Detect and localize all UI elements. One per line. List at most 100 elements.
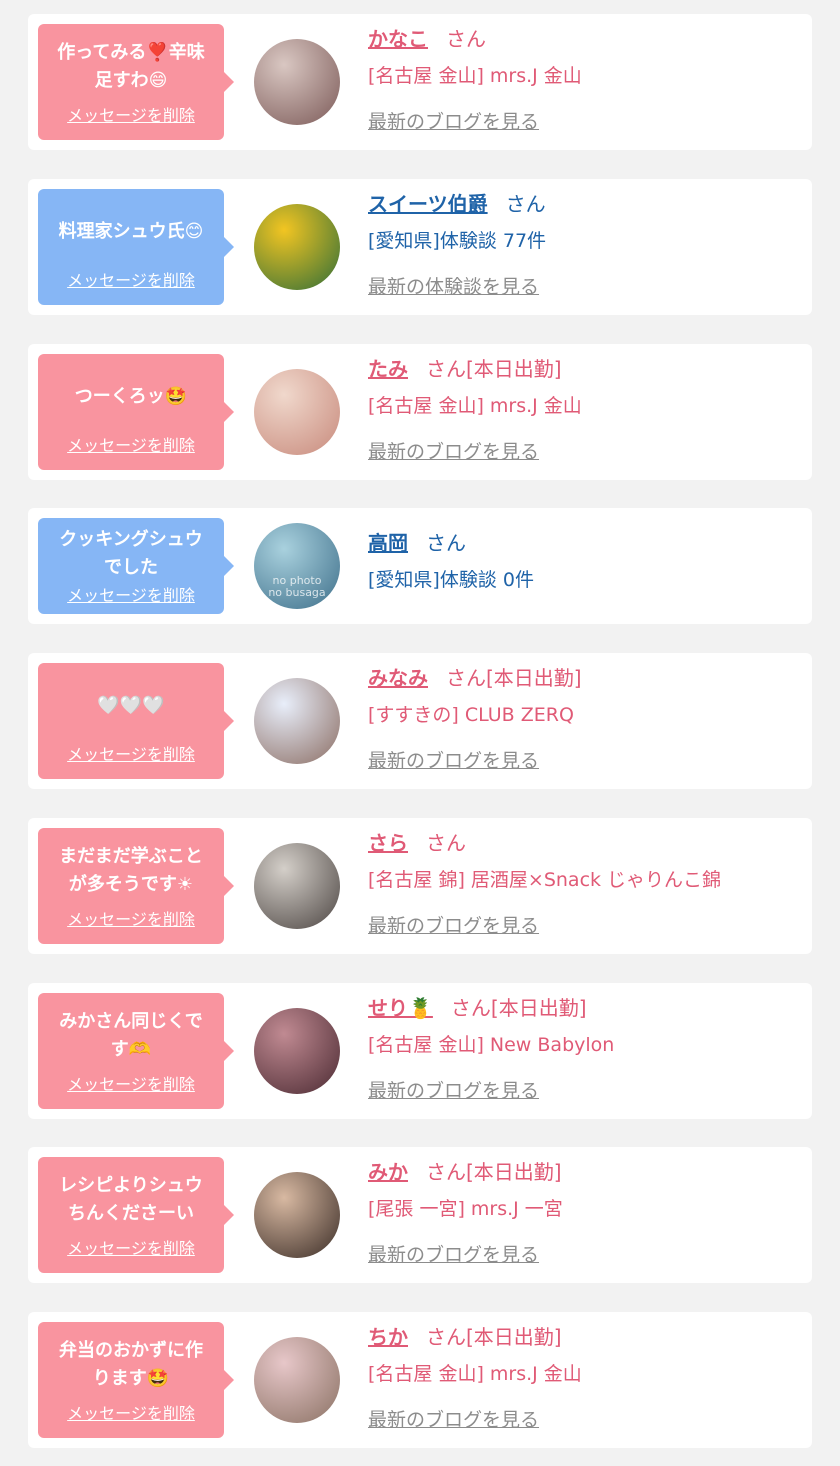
- message-card: つーくろッ🤩 メッセージを削除 たみ さん[本日出勤] [名古屋 金山] mrs.J 金…: [28, 344, 812, 480]
- latest-post-link[interactable]: 最新のブログを見る: [368, 1240, 802, 1270]
- name-line: みか さん[本日出勤]: [368, 1157, 802, 1187]
- name-line: 高岡 さん: [368, 528, 802, 558]
- message-text: レシピよりシュウ ちんくださーい: [59, 1175, 203, 1224]
- card-info: スイーツ伯爵 さん [愛知県]体験談 77件最新の体験談を見る: [368, 189, 802, 302]
- avatar[interactable]: no photo no busaga: [254, 523, 340, 609]
- profile-name-link[interactable]: さら: [368, 831, 408, 855]
- profile-name-link[interactable]: せり🍍: [368, 996, 433, 1020]
- card-info: かなこ さん [名古屋 金山] mrs.J 金山最新のブログを見る: [368, 24, 802, 137]
- profile-name-link[interactable]: たみ: [368, 357, 408, 381]
- message-card: クッキングシュウ でしたメッセージを削除 no photo no busaga 高岡…: [28, 508, 812, 624]
- message-card: 🤍🤍🤍 メッセージを削除 みなみ さん[本日出勤] [すすきの] CLUB ZERQ 最新…: [28, 653, 812, 789]
- card-info: ちか さん[本日出勤] [名古屋 金山] mrs.J 金山最新のブログを見る: [368, 1322, 802, 1435]
- message-text: 🤍🤍🤍: [97, 695, 165, 716]
- name-line: かなこ さん: [368, 24, 802, 54]
- delete-message-link[interactable]: メッセージを削除: [67, 582, 195, 606]
- shop-detail: [名古屋 金山] mrs.J 金山: [368, 395, 582, 417]
- profile-name-link[interactable]: みか: [368, 1160, 408, 1184]
- card-info: たみ さん[本日出勤] [名古屋 金山] mrs.J 金山最新のブログを見る: [368, 354, 802, 467]
- message-bubble: レシピよりシュウ ちんくださーいメッセージを削除: [38, 1157, 234, 1273]
- message-card: レシピよりシュウ ちんくださーいメッセージを削除 みか さん[本日出勤] [尾張 一宮…: [28, 1147, 812, 1283]
- message-text: つーくろッ🤩: [74, 386, 188, 407]
- shop-detail: [愛知県]体験談 0件: [368, 569, 534, 591]
- name-line: たみ さん[本日出勤]: [368, 354, 802, 384]
- name-line: せり🍍 さん[本日出勤]: [368, 993, 802, 1023]
- latest-post-link[interactable]: 最新のブログを見る: [368, 437, 802, 467]
- message-text: クッキングシュウ でした: [59, 529, 203, 578]
- message-bubble: 作ってみる❣️辛味 足すわ😄 メッセージを削除: [38, 24, 234, 140]
- message-card: みかさん同じくで す🫶 メッセージを削除 せり🍍 さん[本日出勤] [名古屋 金山] N…: [28, 983, 812, 1119]
- shop-detail: [名古屋 金山] mrs.J 金山: [368, 1363, 582, 1385]
- avatar[interactable]: [254, 1337, 340, 1423]
- name-suffix: さん[本日出勤]: [426, 1325, 562, 1349]
- latest-post-link[interactable]: 最新のブログを見る: [368, 107, 802, 137]
- avatar[interactable]: [254, 678, 340, 764]
- card-info: 高岡 さん [愛知県]体験談 0件: [368, 528, 802, 595]
- profile-name-link[interactable]: ちか: [368, 1325, 408, 1349]
- message-bubble: 弁当のおかずに作 ります🤩 メッセージを削除: [38, 1322, 234, 1438]
- card-info: せり🍍 さん[本日出勤] [名古屋 金山] New Babylon 最新のブログを見る: [368, 993, 802, 1106]
- profile-name-link[interactable]: みなみ: [368, 666, 428, 690]
- delete-message-link[interactable]: メッセージを削除: [67, 1235, 195, 1259]
- message-card: まだまだ学ぶこと が多そうです☀ メッセージを削除 さら さん [名古屋 錦] 居酒屋×…: [28, 818, 812, 954]
- avatar[interactable]: [254, 39, 340, 125]
- message-bubble: つーくろッ🤩 メッセージを削除: [38, 354, 234, 470]
- shop-detail: [すすきの] CLUB ZERQ: [368, 704, 574, 726]
- name-suffix: さん[本日出勤]: [426, 1160, 562, 1184]
- message-text: みかさん同じくで す🫶: [59, 1011, 203, 1060]
- name-line: さら さん: [368, 828, 802, 858]
- name-suffix: さん: [426, 531, 466, 555]
- delete-message-link[interactable]: メッセージを削除: [67, 906, 195, 930]
- latest-post-link[interactable]: 最新のブログを見る: [368, 911, 802, 941]
- delete-message-link[interactable]: メッセージを削除: [67, 1400, 195, 1424]
- avatar[interactable]: [254, 1172, 340, 1258]
- message-card: 弁当のおかずに作 ります🤩 メッセージを削除 ちか さん[本日出勤] [名古屋 金山] …: [28, 1312, 812, 1448]
- profile-name-link[interactable]: 高岡: [368, 531, 408, 555]
- card-info: みか さん[本日出勤] [尾張 一宮] mrs.J 一宮最新のブログを見る: [368, 1157, 802, 1270]
- message-text: まだまだ学ぶこと が多そうです☀: [59, 846, 203, 895]
- avatar-placeholder-label: no photo no busaga: [268, 574, 326, 599]
- name-suffix: さん: [505, 192, 546, 216]
- message-card: 料理家シュウ氏😊 メッセージを削除 スイーツ伯爵 さん [愛知県]体験談 77件最新の体…: [28, 179, 812, 315]
- message-text: 料理家シュウ氏😊: [58, 221, 204, 242]
- message-bubble: まだまだ学ぶこと が多そうです☀ メッセージを削除: [38, 828, 234, 944]
- profile-name-link[interactable]: かなこ: [368, 27, 428, 51]
- message-text: 弁当のおかずに作 ります🤩: [59, 1340, 203, 1389]
- delete-message-link[interactable]: メッセージを削除: [67, 432, 195, 456]
- message-list: 作ってみる❣️辛味 足すわ😄 メッセージを削除 かなこ さん [名古屋 金山] mrs.…: [0, 0, 840, 1466]
- avatar[interactable]: [254, 843, 340, 929]
- name-suffix: さん: [446, 27, 486, 51]
- latest-post-link[interactable]: 最新のブログを見る: [368, 746, 802, 776]
- avatar[interactable]: [254, 204, 340, 290]
- name-suffix: さん: [426, 831, 466, 855]
- delete-message-link[interactable]: メッセージを削除: [67, 102, 195, 126]
- avatar[interactable]: [254, 1008, 340, 1094]
- shop-detail: [名古屋 金山] New Babylon: [368, 1034, 615, 1056]
- name-suffix: さん[本日出勤]: [426, 357, 562, 381]
- latest-post-link[interactable]: 最新のブログを見る: [368, 1076, 802, 1106]
- name-line: ちか さん[本日出勤]: [368, 1322, 802, 1352]
- delete-message-link[interactable]: メッセージを削除: [67, 267, 195, 291]
- card-info: みなみ さん[本日出勤] [すすきの] CLUB ZERQ 最新のブログを見る: [368, 663, 802, 776]
- message-bubble: みかさん同じくで す🫶 メッセージを削除: [38, 993, 234, 1109]
- delete-message-link[interactable]: メッセージを削除: [67, 1071, 195, 1095]
- avatar[interactable]: [254, 369, 340, 455]
- name-line: スイーツ伯爵 さん: [368, 189, 802, 219]
- card-info: さら さん [名古屋 錦] 居酒屋×Snack じゃりんこ錦最新のブログを見る: [368, 828, 802, 941]
- name-line: みなみ さん[本日出勤]: [368, 663, 802, 693]
- profile-name-link[interactable]: スイーツ伯爵: [368, 192, 488, 216]
- shop-detail: [名古屋 金山] mrs.J 金山: [368, 65, 582, 87]
- name-suffix: さん[本日出勤]: [446, 666, 582, 690]
- message-card: 作ってみる❣️辛味 足すわ😄 メッセージを削除 かなこ さん [名古屋 金山] mrs.…: [28, 14, 812, 150]
- message-bubble: 料理家シュウ氏😊 メッセージを削除: [38, 189, 234, 305]
- message-bubble: クッキングシュウ でしたメッセージを削除: [38, 518, 234, 614]
- shop-detail: [名古屋 錦] 居酒屋×Snack じゃりんこ錦: [368, 869, 722, 891]
- shop-detail: [愛知県]体験談 77件: [368, 230, 547, 252]
- message-bubble: 🤍🤍🤍 メッセージを削除: [38, 663, 234, 779]
- latest-post-link[interactable]: 最新のブログを見る: [368, 1405, 802, 1435]
- name-suffix: さん[本日出勤]: [450, 996, 587, 1020]
- shop-detail: [尾張 一宮] mrs.J 一宮: [368, 1198, 563, 1220]
- latest-post-link[interactable]: 最新の体験談を見る: [368, 272, 802, 302]
- delete-message-link[interactable]: メッセージを削除: [67, 741, 195, 765]
- message-text: 作ってみる❣️辛味 足すわ😄: [57, 42, 205, 91]
